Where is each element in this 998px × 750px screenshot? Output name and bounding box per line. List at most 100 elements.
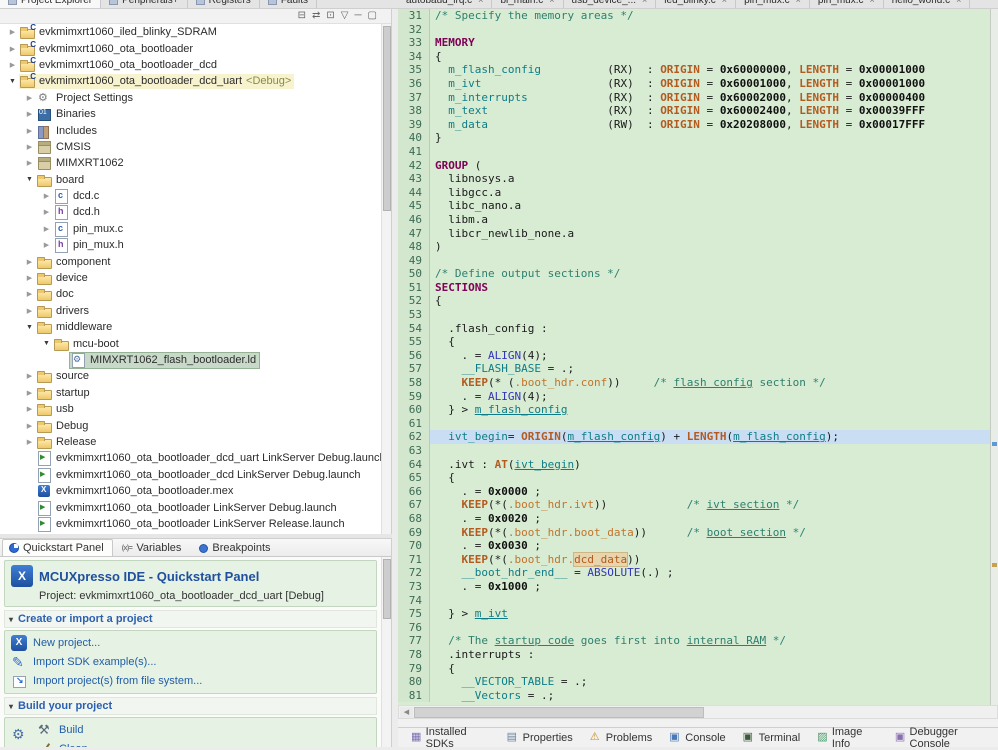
tree-item[interactable]: ▶ Includes (0, 122, 381, 139)
tree-item[interactable]: ▶ Binaries (0, 106, 381, 122)
section-collapse-icon[interactable]: ▾ (9, 615, 13, 624)
tree-item[interactable]: evkmimxrt1060_ota_bootloader LinkServer … (0, 516, 381, 532)
close-icon[interactable] (869, 0, 874, 5)
code-line[interactable]: 60 } > m_flash_config (398, 403, 990, 417)
view-menu-icon[interactable]: ▽ (341, 10, 349, 22)
close-icon[interactable] (722, 0, 727, 5)
code-line[interactable]: 47 libcr_newlib_none.a (398, 226, 990, 241)
quickstart-action-build[interactable]: Build (37, 722, 88, 738)
overview-ruler[interactable] (990, 9, 998, 705)
quickstart-action-import-sdk[interactable]: Import SDK example(s)... (11, 654, 370, 670)
bottom-tab-image-info[interactable]: Image Info (810, 726, 885, 750)
code-line[interactable]: 57 __FLASH_BASE = .; (398, 362, 990, 377)
editor-tab[interactable]: hello_world.c (883, 0, 971, 8)
code-line[interactable]: 51 SECTIONS (398, 280, 990, 295)
code-line[interactable]: 79 { (398, 661, 990, 676)
tree-item[interactable]: MIMXRT1062_flash_bootloader.ld (0, 351, 381, 369)
tree-item[interactable]: ▼ middleware (0, 319, 381, 335)
tree-item[interactable]: ▼ mcu-boot (0, 335, 381, 351)
code-line[interactable]: 54 .flash_config : (398, 321, 990, 336)
project-tree-scrollbar[interactable] (381, 24, 391, 534)
collapsed-arrow-icon[interactable]: ▶ (23, 274, 36, 282)
tree-item[interactable]: ▶ Cevkmimxrt1060_ota_bootloader_dcd (0, 56, 381, 73)
collapsed-arrow-icon[interactable]: ▶ (23, 405, 36, 413)
editor-tab[interactable]: pin_mux.c (736, 0, 810, 8)
tree-item[interactable]: ▶ usb (0, 401, 381, 417)
collapsed-arrow-icon[interactable]: ▶ (40, 241, 53, 249)
tree-item[interactable]: evkmimxrt1060_ota_bootloader_dcd_uart Li… (0, 450, 381, 467)
quickstart-section-header[interactable]: ▾ Create or import a project (4, 610, 377, 628)
code-line[interactable]: 50 /* Define output sections */ (398, 267, 990, 281)
tree-item[interactable]: ▶ dcd.c (0, 188, 381, 205)
quickstart-scrollbar[interactable] (381, 557, 391, 747)
current-line-marker[interactable] (992, 442, 997, 446)
code-line[interactable]: 72 __boot_hdr_end__ = ABSOLUTE(.) ; (398, 566, 990, 580)
tree-item[interactable]: ▶ pin_mux.h (0, 237, 381, 254)
editor-tab[interactable]: usb_device_... (563, 0, 657, 8)
tree-item[interactable]: evkmimxrt1060_ota_bootloader LinkServer … (0, 499, 381, 516)
code-line[interactable]: 78 .interrupts : (398, 647, 990, 662)
maximize-icon[interactable]: ▢ (368, 10, 377, 22)
editor-tab[interactable]: bl_main.c (492, 0, 564, 8)
minimize-icon[interactable]: ─ (354, 10, 361, 22)
expanded-arrow-icon[interactable]: ▼ (23, 176, 36, 183)
code-line[interactable]: 53 (398, 308, 990, 322)
editor-tab[interactable]: autobaud_irq.c (398, 0, 493, 8)
code-line[interactable]: 46 libm.a (398, 212, 990, 227)
collapsed-arrow-icon[interactable]: ▶ (40, 208, 53, 216)
code-line[interactable]: 64 .ivt : AT(ivt_begin) (398, 457, 990, 472)
code-line[interactable]: 75 } > m_ivt (398, 607, 990, 621)
view-tab-project-explorer[interactable]: Project Explorer (0, 0, 102, 8)
scrollbar-thumb[interactable] (383, 26, 391, 211)
code-line[interactable]: 71 KEEP(*(.boot_hdr.dcd_data)) (398, 551, 990, 567)
code-line[interactable]: 58 KEEP(* (.boot_hdr.conf)) /* flash con… (398, 376, 990, 390)
code-line[interactable]: 32 (398, 22, 990, 37)
collapsed-arrow-icon[interactable]: ▶ (23, 159, 36, 167)
close-icon[interactable] (549, 0, 554, 5)
editor-horizontal-scrollbar[interactable]: ◀ (398, 705, 998, 719)
code-line[interactable]: 40} (398, 131, 990, 145)
collapsed-arrow-icon[interactable]: ▶ (23, 290, 36, 298)
tree-item[interactable]: ▼ Cevkmimxrt1060_ota_bootloader_dcd_uart <… (0, 72, 381, 89)
collapsed-arrow-icon[interactable]: ▶ (6, 61, 19, 69)
tree-item[interactable]: evkmimxrt1060_ota_bootloader_dcd LinkSer… (0, 467, 381, 483)
tree-item[interactable]: ▶ MIMXRT1062 (0, 155, 381, 171)
scrollbar-thumb[interactable] (383, 559, 391, 619)
collapsed-arrow-icon[interactable]: ▶ (6, 28, 19, 36)
editor-tab[interactable]: led_blinky.c (656, 0, 737, 8)
code-line[interactable]: 49 (398, 253, 990, 268)
quickstart-section-header[interactable]: ▾ Build your project (4, 697, 377, 715)
scrollbar-thumb[interactable] (414, 707, 704, 718)
code-line[interactable]: 59 . = ALIGN(4); (398, 389, 990, 404)
tree-item[interactable]: ▶ dcd.h (0, 204, 381, 221)
code-line[interactable]: 70 . = 0x0030 ; (398, 539, 990, 553)
collapsed-arrow-icon[interactable]: ▶ (23, 372, 36, 380)
view-tab-faults[interactable]: Faults (259, 0, 318, 8)
quickstart-action-new-project[interactable]: New project... (11, 635, 370, 651)
expanded-arrow-icon[interactable]: ▼ (23, 324, 36, 331)
bottom-tab-console[interactable]: Console (662, 728, 732, 748)
collapsed-arrow-icon[interactable]: ▶ (23, 258, 36, 266)
collapsed-arrow-icon[interactable]: ▶ (23, 438, 36, 446)
quickstart-action-import-fs[interactable]: Import project(s) from file system... (11, 673, 370, 689)
close-icon[interactable] (956, 0, 961, 5)
code-line[interactable]: 77 /* The startup code goes first into i… (398, 634, 990, 648)
code-line[interactable]: 33 MEMORY (398, 36, 990, 50)
code-line[interactable]: 69 KEEP(*(.boot_hdr.boot_data)) /* boot … (398, 525, 990, 540)
tree-item[interactable]: ▶ startup (0, 385, 381, 401)
code-line[interactable]: 63 (398, 444, 990, 458)
tab-variables[interactable]: Variables (115, 539, 191, 556)
code-line[interactable]: 56 . = ALIGN(4); (398, 348, 990, 363)
section-collapse-icon[interactable]: ▾ (9, 702, 13, 711)
tree-item[interactable]: ▶ pin_mux.c (0, 221, 381, 237)
code-line[interactable]: 31 /* Specify the memory areas */ (398, 9, 990, 23)
tree-item[interactable]: ▶ Project Settings (0, 90, 381, 106)
code-line[interactable]: 81 __Vectors = .; (398, 688, 990, 703)
bottom-tab-debugger-console[interactable]: Debugger Console (888, 726, 998, 750)
tree-item[interactable]: ▶ source (0, 368, 381, 384)
code-line[interactable]: 68 . = 0x0020 ; (398, 511, 990, 526)
collapsed-arrow-icon[interactable]: ▶ (23, 127, 36, 135)
tree-item[interactable]: ▶ Release (0, 434, 381, 450)
expanded-arrow-icon[interactable]: ▼ (40, 340, 53, 347)
tree-item[interactable]: ▶ device (0, 270, 381, 286)
